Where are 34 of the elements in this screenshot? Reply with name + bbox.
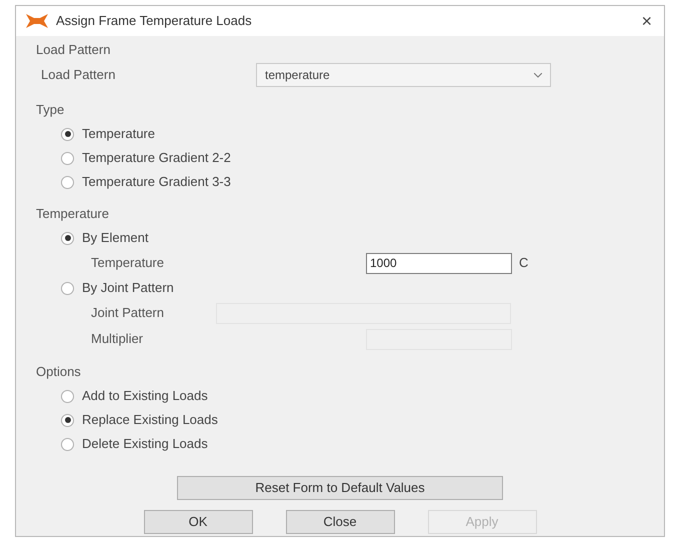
radio-label: Temperature bbox=[82, 125, 155, 144]
field-label: Joint Pattern bbox=[91, 304, 165, 322]
input-field[interactable]: 1000 bbox=[366, 252, 512, 274]
radio-label: Temperature Gradient 2-2 bbox=[82, 149, 231, 168]
section-heading: Load Pattern bbox=[36, 41, 110, 60]
radio-button[interactable] bbox=[61, 128, 74, 140]
radio-label: Add to Existing Loads bbox=[82, 387, 208, 406]
field-label: Load Pattern bbox=[41, 66, 116, 84]
radio-label: By Element bbox=[82, 229, 148, 248]
section-heading: Type bbox=[36, 101, 64, 120]
window-title: Assign Frame Temperature Loads bbox=[56, 12, 252, 30]
radio-button[interactable] bbox=[61, 232, 74, 244]
radio-label: Replace Existing Loads bbox=[82, 411, 218, 430]
unit-label: C bbox=[519, 254, 528, 272]
section-heading: Options bbox=[36, 363, 81, 382]
field-label: Multiplier bbox=[91, 330, 144, 348]
dialog-button[interactable]: OK bbox=[144, 510, 252, 534]
chevron-down-icon bbox=[534, 72, 542, 78]
field-label: Temperature bbox=[91, 254, 165, 272]
radio-button[interactable] bbox=[61, 438, 74, 450]
section-heading: Temperature bbox=[36, 205, 109, 224]
load-pattern-dropdown[interactable]: temperature bbox=[256, 63, 551, 87]
dialog-button[interactable]: Close bbox=[286, 510, 394, 534]
app-logo-icon bbox=[26, 14, 48, 28]
radio-label: By Joint Pattern bbox=[82, 279, 174, 298]
radio-button[interactable] bbox=[61, 152, 74, 164]
radio-label: Delete Existing Loads bbox=[82, 435, 208, 454]
radio-button[interactable] bbox=[61, 176, 74, 188]
radio-label: Temperature Gradient 3-3 bbox=[82, 173, 231, 192]
close-button[interactable]: × bbox=[641, 12, 652, 30]
radio-button[interactable] bbox=[61, 282, 74, 294]
radio-button[interactable] bbox=[61, 414, 74, 426]
radio-button[interactable] bbox=[61, 390, 74, 402]
reset-button[interactable]: Reset Form to Default Values bbox=[177, 476, 503, 500]
